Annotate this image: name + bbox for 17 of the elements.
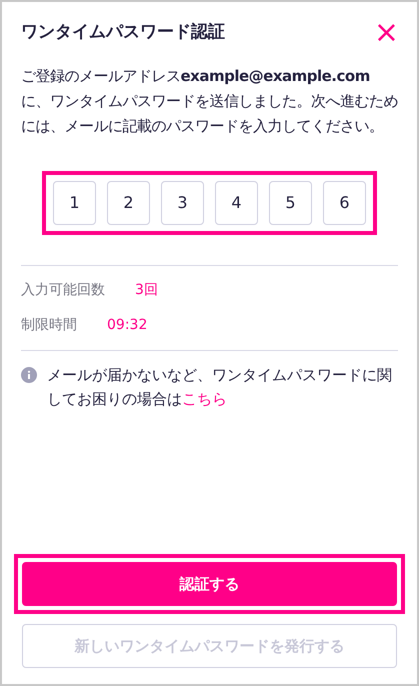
info-label: 制限時間 bbox=[21, 316, 77, 335]
help-link[interactable]: こちら bbox=[182, 390, 227, 408]
code-digit-field[interactable]: 2 bbox=[107, 181, 150, 225]
code-digit-field[interactable]: 4 bbox=[215, 181, 258, 225]
dialog-title: ワンタイムパスワード認証 bbox=[21, 21, 225, 44]
info-value: 3回 bbox=[135, 281, 158, 300]
instruction-text: ご登録のメールアドレスexample@example.comに、ワンタイムパスワードを送信しました。次へ進むためには、メールに記載のパスワードを入力してください。 bbox=[20, 66, 399, 137]
info-label: 入力可能回数 bbox=[21, 281, 105, 300]
info-icon bbox=[21, 367, 37, 383]
info-value: 09:32 bbox=[107, 316, 148, 335]
verify-button[interactable]: 認証する bbox=[22, 562, 397, 606]
code-digit-field[interactable]: 5 bbox=[269, 181, 312, 225]
code-digit-field[interactable]: 3 bbox=[161, 181, 204, 225]
help-text: メールが届かないなど、ワンタイムパスワードに関してお困りの場合はこちら bbox=[47, 365, 393, 410]
code-digit-field[interactable]: 1 bbox=[53, 181, 96, 225]
code-digit-field[interactable]: 6 bbox=[323, 181, 366, 225]
close-button[interactable]: × bbox=[370, 18, 403, 48]
